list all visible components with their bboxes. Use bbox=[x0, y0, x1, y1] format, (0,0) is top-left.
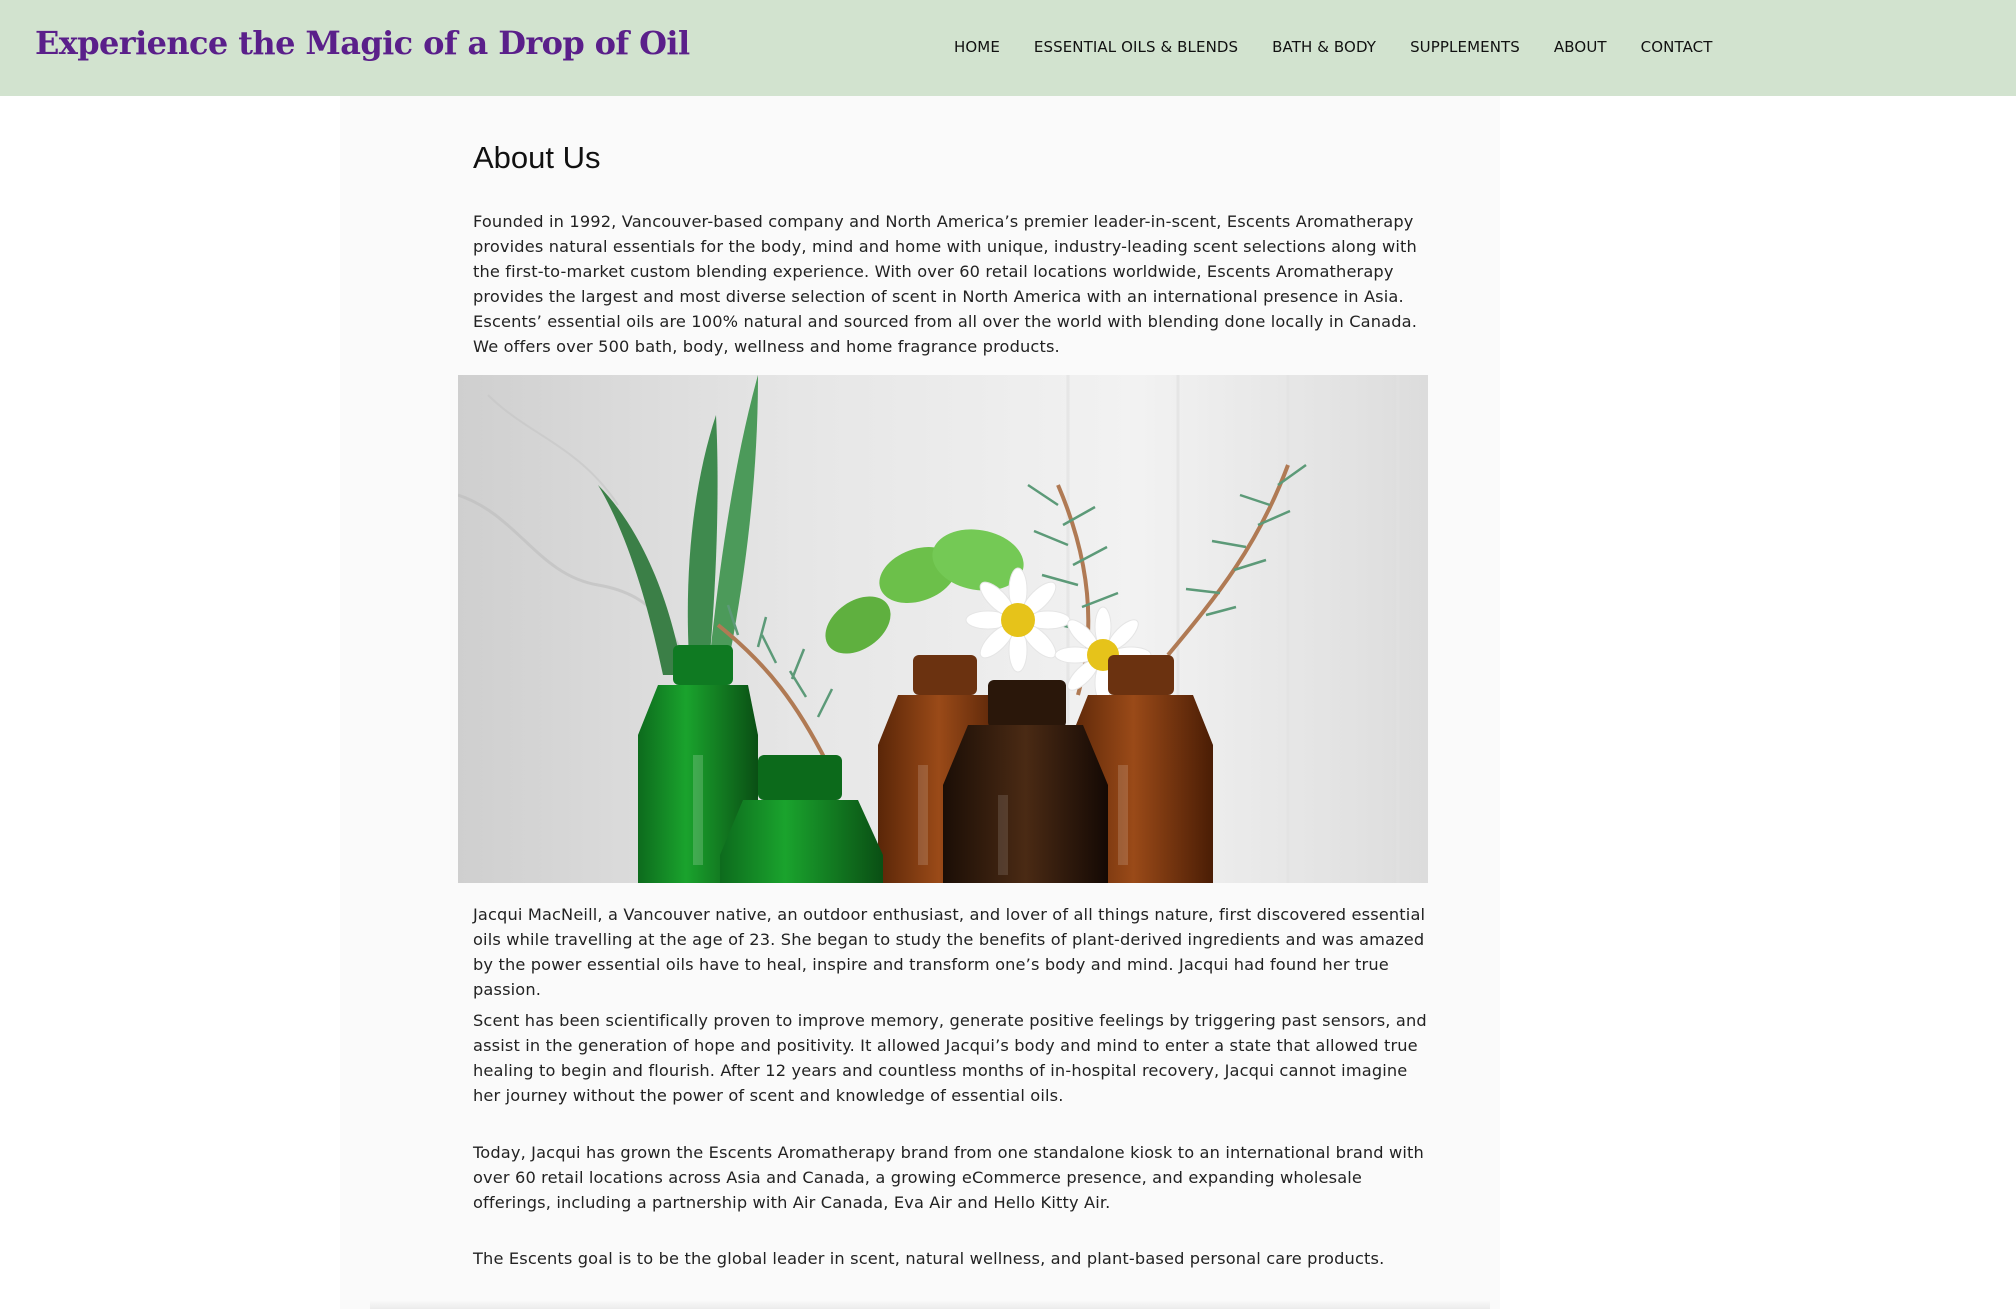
page-title: About Us bbox=[473, 140, 601, 175]
nav-bath-body[interactable]: BATH & BODY bbox=[1272, 38, 1376, 56]
nav-home[interactable]: HOME bbox=[954, 38, 1000, 56]
goal-paragraph: The Escents goal is to be the global lea… bbox=[473, 1249, 1385, 1268]
today-paragraph: Today, Jacqui has grown the Escents Arom… bbox=[473, 1143, 1424, 1212]
hero-image bbox=[458, 375, 1428, 883]
brand-title[interactable]: Experience the Magic of a Drop of Oil bbox=[35, 24, 690, 62]
nav-contact[interactable]: CONTACT bbox=[1641, 38, 1713, 56]
jacqui-paragraph: Jacqui MacNeill, a Vancouver native, an … bbox=[473, 905, 1426, 999]
main-nav: HOME ESSENTIAL OILS & BLENDS BATH & BODY… bbox=[954, 38, 1713, 56]
intro-paragraph: Founded in 1992, Vancouver-based company… bbox=[473, 212, 1418, 356]
essential-oil-bottles-photo-icon bbox=[458, 375, 1428, 883]
footer-shadow bbox=[370, 1300, 1490, 1309]
scent-paragraph: Scent has been scientifically proven to … bbox=[473, 1011, 1427, 1105]
site-header: Experience the Magic of a Drop of Oil HO… bbox=[0, 0, 2016, 96]
nav-essential-oils-blends[interactable]: ESSENTIAL OILS & BLENDS bbox=[1034, 38, 1238, 56]
nav-supplements[interactable]: SUPPLEMENTS bbox=[1410, 38, 1520, 56]
nav-about[interactable]: ABOUT bbox=[1554, 38, 1607, 56]
